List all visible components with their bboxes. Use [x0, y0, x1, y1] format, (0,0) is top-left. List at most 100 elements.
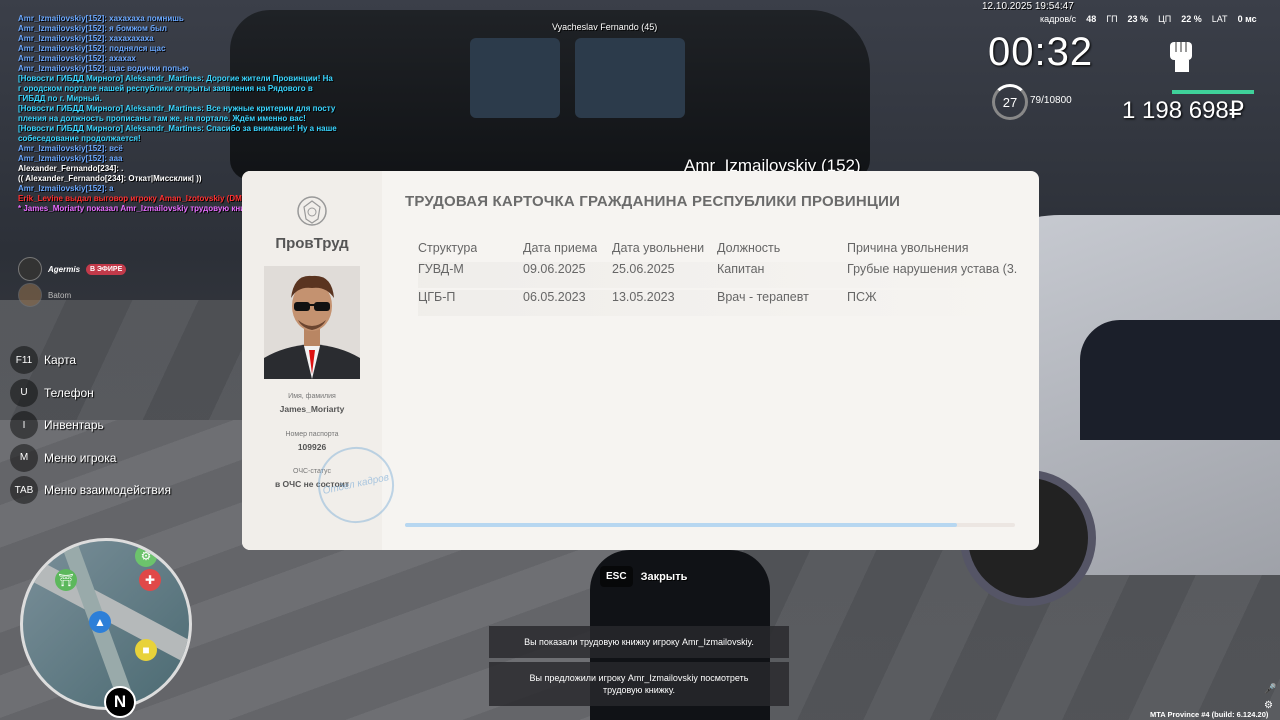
cell-position: Капитан [717, 262, 765, 276]
cell-hire-date: 09.06.2025 [523, 262, 586, 276]
chat-line: Amr_Izmailovskiy[152]: хахахахаха [18, 34, 154, 43]
hotkey-label: Телефон [44, 385, 94, 400]
chat-line: Amr_Izmailovskiy[152]: щас водички попью [18, 64, 189, 73]
minimap: ⛩ ✚ ⚙ ▲ ■ [20, 538, 192, 710]
chat-line: Amr_Izmailovskiy[152]: ааа [18, 154, 123, 163]
chat-line: Amr_Izmailovskiy[152]: хахахаха помнишь [18, 14, 184, 23]
date-time: 12.10.2025 19:54:47 [982, 1, 1074, 12]
gpu-value: 23 % [1127, 14, 1149, 24]
column-header: Дата приема [523, 241, 598, 255]
fps-value: 48 [1086, 14, 1097, 24]
waypoint-icon: ■ [135, 639, 157, 661]
suv-window [470, 38, 560, 118]
north-indicator: N [104, 686, 136, 718]
esc-key[interactable]: ESC [600, 566, 633, 587]
microphone-icon: 🎤 [1264, 684, 1277, 695]
money-bar [1172, 90, 1254, 94]
game-time: 00:32 [988, 30, 1094, 74]
hotkey-list: F11 Карта U Телефон I Инвентарь M Меню и… [10, 346, 171, 509]
chat-line: [Новости ГИБДД Мирного] Aleksandr_Martin… [18, 104, 336, 123]
chat-line: Amr_Izmailovskiy[152]: ахахах [18, 54, 136, 63]
hotkey-player-menu[interactable]: M Меню игрока [10, 443, 171, 472]
cpu-label: ЦП [1158, 14, 1172, 24]
column-header: Должность [717, 241, 781, 255]
chat-line: Amr_Izmailovskiy[152]: поднялся щас [18, 44, 166, 53]
cell-hire-date: 06.05.2023 [523, 290, 586, 304]
player-marker-icon: ▲ [89, 611, 111, 633]
cell-reason: ПСЖ [847, 290, 877, 304]
lat-value: 0 мс [1237, 14, 1257, 24]
voice-user: Batom [18, 283, 126, 307]
car-window [1080, 320, 1280, 440]
level-indicator: 27 [992, 84, 1028, 120]
build-info: MTA Province #4 (build: 6.124.20) [1150, 710, 1269, 719]
hotkey-label: Карта [44, 353, 77, 367]
fist-icon [1170, 42, 1192, 72]
column-header: Причина увольнения [847, 241, 969, 255]
chat-line: [Новости ГИБДД Мирного] Aleksandr_Martin… [18, 124, 337, 143]
chat-line: Amr_Izmailovskiy[152]: я бомжом был [18, 24, 167, 33]
cell-dismissal-date: 13.05.2023 [612, 290, 675, 304]
car-service-icon: ⚙ [135, 545, 157, 567]
name-label: Имя, фамилия [288, 393, 336, 400]
lat-label: LAT [1211, 14, 1228, 24]
hospital-icon: ✚ [139, 569, 161, 591]
hotkey-key: U [10, 378, 38, 407]
voice-user: Agermis В ЭФИРЕ [18, 257, 127, 281]
hotkey-key: M [10, 443, 38, 472]
hotkey-label: Инвентарь [44, 418, 104, 433]
column-header: Дата увольнени [612, 241, 705, 255]
cell-structure: ГУВД-М [418, 262, 464, 276]
citizen-photo [264, 266, 360, 379]
table-row: ГУВД-М 09.06.2025 25.06.2025 Капитан Гру… [418, 262, 1017, 288]
fps-label: кадров/с [1040, 14, 1077, 24]
hotkey-key: TAB [10, 476, 38, 505]
name-value: James_Moriarty [279, 404, 345, 414]
nametag-driver: Vyacheslav Fernando (45) [552, 22, 658, 32]
hotkey-inventory[interactable]: I Инвентарь [10, 411, 171, 440]
column-header: Структура [418, 241, 478, 255]
work-card-modal: ПровТруд Имя, фамилия James_Moriarty Ном… [242, 171, 1039, 550]
notification: Вы показали трудовую книжку игроку Amr_I… [489, 626, 789, 658]
hr-stamp: Отдел кадров [310, 439, 402, 531]
chat-line: Amr_Izmailovskiy[152]: всё [18, 144, 123, 153]
cell-reason: Грубые нарушения устава (3. [847, 262, 1017, 276]
cell-dismissal-date: 25.06.2025 [612, 262, 675, 276]
hotkey-key: I [10, 411, 38, 440]
scrollbar-thumb[interactable] [405, 523, 958, 527]
money: 1 198 698₽ [1122, 97, 1245, 124]
cell-structure: ЦГБ-П [418, 290, 456, 304]
settings-icon[interactable]: ⚙ [1264, 700, 1273, 711]
hotkey-phone[interactable]: U Телефон [10, 378, 171, 407]
gpu-label: ГП [1106, 14, 1118, 24]
avatar [18, 283, 42, 307]
passport-label: Номер паспорта [285, 431, 339, 438]
organization-name: ПровТруд [275, 235, 349, 252]
experience: 79/10800 [1030, 95, 1072, 106]
table-row: ЦГБ-П 06.05.2023 13.05.2023 Врач - терап… [418, 290, 1013, 316]
voice-user-name: Batom [48, 290, 72, 300]
citizen-portrait [264, 266, 360, 379]
horizontal-scrollbar[interactable] [405, 523, 1015, 527]
hotkey-map[interactable]: F11 Карта [10, 346, 171, 374]
card-sidebar: ПровТруд Имя, фамилия James_Moriarty Ном… [242, 171, 402, 550]
voice-user-name: Agermis [48, 264, 81, 274]
voice-panel: Agermis В ЭФИРЕ Batom [18, 257, 127, 310]
notification: Вы предложили игроку Amr_Izmailovskiy по… [489, 662, 789, 706]
avatar [18, 257, 42, 281]
perf-stats: кадров/с 48 ГП 23 % ЦП 22 % LAT 0 мс [1040, 14, 1257, 24]
chat-line: [Новости ГИБДД Мирного] Aleksandr_Martin… [18, 74, 333, 103]
card-title: ТРУДОВАЯ КАРТОЧКА ГРАЖДАНИНА РЕСПУБЛИКИ … [405, 193, 901, 210]
close-button[interactable]: Закрыть [641, 571, 688, 583]
cpu-value: 22 % [1181, 14, 1202, 24]
suv-window [575, 38, 685, 118]
hotkey-label: Меню игрока [44, 450, 117, 465]
bank-icon: ⛩ [55, 569, 77, 591]
close-control[interactable]: ESC Закрыть [600, 566, 687, 587]
on-air-badge: В ЭФИРЕ [86, 263, 127, 275]
hotkey-label: Меню взаимодействия [44, 483, 171, 498]
cell-position: Врач - терапевт [717, 290, 809, 304]
hotkey-interaction-menu[interactable]: TAB Меню взаимодействия [10, 476, 171, 505]
emblem-icon [297, 196, 327, 226]
hotkey-key: F11 [10, 346, 38, 374]
